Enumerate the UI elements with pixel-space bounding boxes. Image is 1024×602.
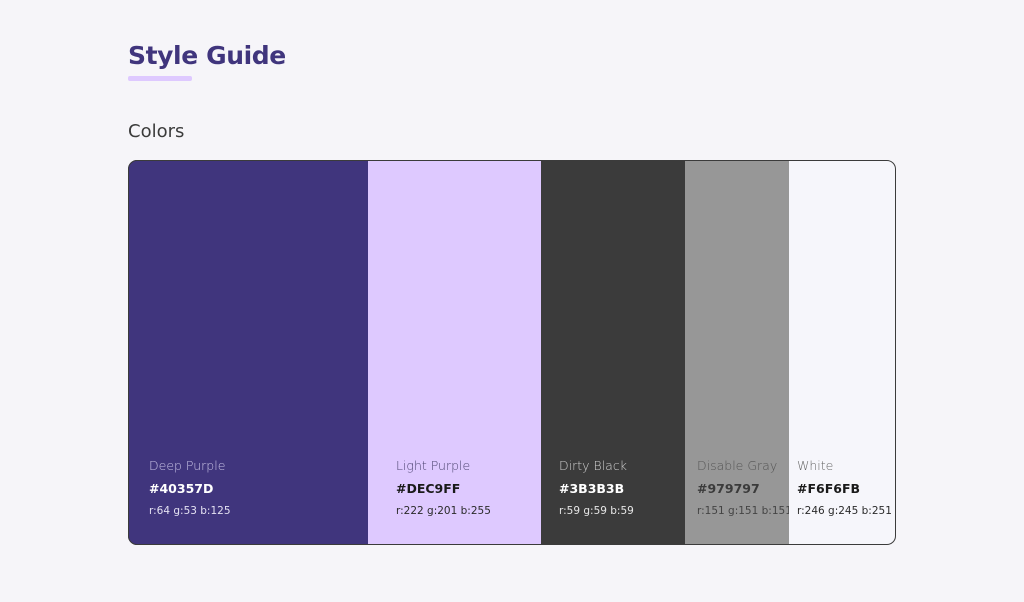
swatch-info: Dirty Black #3B3B3B r:59 g:59 b:59: [559, 458, 634, 518]
section-heading-colors: Colors: [128, 121, 185, 142]
swatch-name: Deep Purple: [149, 458, 226, 473]
swatch-deep-purple: Deep Purple #40357D r:64 g:53 b:125: [128, 160, 368, 545]
title-underline: [128, 76, 192, 81]
swatch-rgb: r:151 g:151 b:151: [697, 505, 792, 517]
swatch-rgb: r:59 g:59 b:59: [559, 505, 634, 517]
swatch-name: Disable Gray: [697, 458, 778, 473]
page-title: Style Guide: [128, 41, 286, 70]
swatch-hex: #DEC9FF: [396, 481, 461, 496]
swatch-info: White #F6F6FB r:246 g:245 b:251: [797, 458, 892, 518]
swatch-hex: #F6F6FB: [797, 481, 861, 496]
swatch-rgb: r:246 g:245 b:251: [797, 505, 892, 517]
swatch-info: Disable Gray #979797 r:151 g:151 b:151: [697, 458, 792, 518]
swatch-rgb: r:64 g:53 b:125: [149, 505, 231, 517]
swatch-hex: #3B3B3B: [559, 481, 625, 496]
swatch-name: Dirty Black: [559, 458, 627, 473]
swatch-hex: #40357D: [149, 481, 214, 496]
swatch-disable-gray: Disable Gray #979797 r:151 g:151 b:151: [685, 160, 792, 545]
swatch-rgb: r:222 g:201 b:255: [396, 505, 491, 517]
swatch-info: Deep Purple #40357D r:64 g:53 b:125: [149, 458, 231, 518]
swatch-light-purple: Light Purple #DEC9FF r:222 g:201 b:255: [368, 160, 541, 545]
swatch-name: Light Purple: [396, 458, 471, 473]
swatch-dirty-black: Dirty Black #3B3B3B r:59 g:59 b:59: [541, 160, 685, 545]
color-palette: Deep Purple #40357D r:64 g:53 b:125 Ligh…: [128, 160, 896, 545]
swatch-name: White: [797, 458, 834, 473]
swatch-hex: #979797: [697, 481, 760, 496]
swatch-info: Light Purple #DEC9FF r:222 g:201 b:255: [396, 458, 491, 518]
swatch-white: White #F6F6FB r:246 g:245 b:251: [789, 160, 896, 545]
